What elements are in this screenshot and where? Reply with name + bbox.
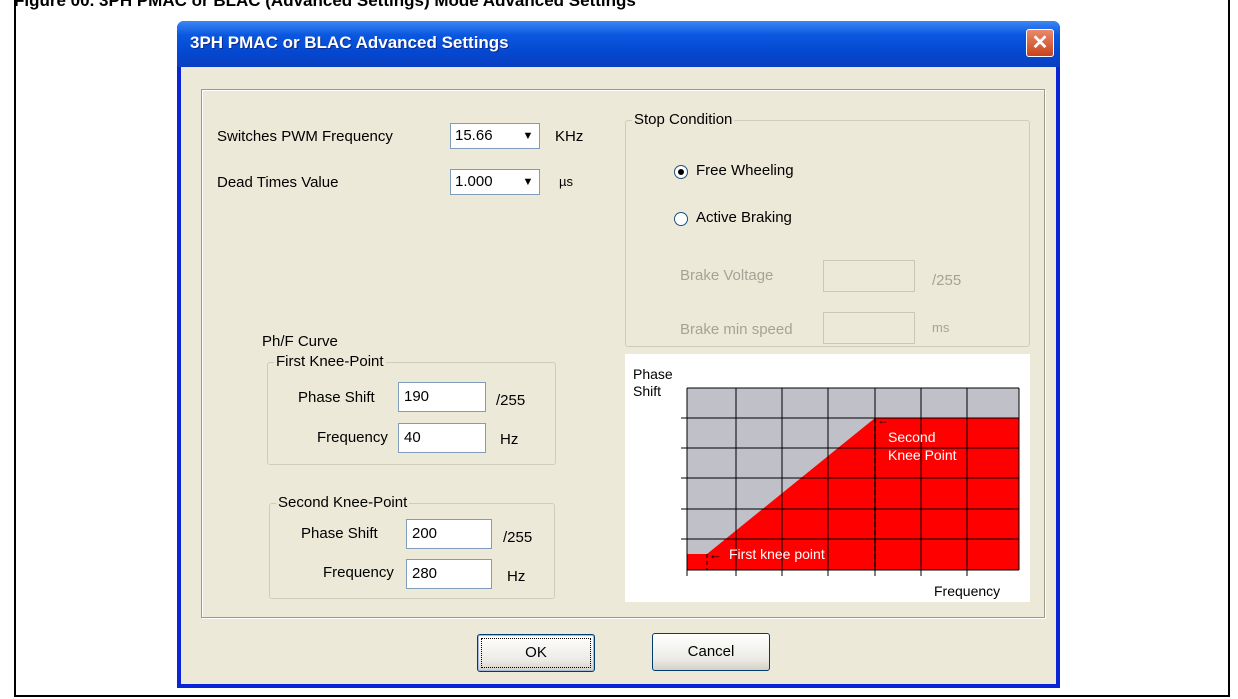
first-knee-group: First Knee-Point Phase Shift 190 /255 Fr… (267, 353, 556, 465)
second-phase-shift-input[interactable]: 200 (406, 519, 492, 549)
settings-panel: Switches PWM Frequency 15.66 ▼ KHz Dead … (201, 89, 1045, 618)
second-phase-shift-label: Phase Shift (301, 525, 378, 542)
first-frequency-unit: Hz (500, 431, 519, 448)
close-icon: ✕ (1031, 32, 1049, 54)
stop-condition-group: Stop Condition Free Wheeling Active Brak… (625, 111, 1030, 347)
curve-diagram: ← ← (681, 387, 1020, 576)
brake-min-speed-input[interactable] (823, 312, 915, 344)
focus-rect (481, 638, 591, 668)
chevron-down-icon[interactable]: ▼ (518, 125, 538, 147)
second-knee-arrow-icon: ← (877, 413, 889, 427)
title-bar[interactable]: 3PH PMAC or BLAC Advanced Settings ✕ (177, 21, 1060, 67)
radio-selected-dot (678, 169, 684, 175)
first-frequency-label: Frequency (317, 429, 388, 446)
first-phase-shift-input[interactable]: 190 (398, 382, 486, 412)
dead-time-value: 1.000 (455, 173, 493, 190)
active-braking-label[interactable]: Active Braking (696, 209, 792, 226)
curve-title: Ph/F Curve (262, 333, 338, 350)
second-knee-annotation-2: Knee Point (888, 447, 957, 463)
dead-time-unit: µs (559, 174, 573, 189)
dead-time-select[interactable]: 1.000 ▼ (450, 169, 540, 195)
second-frequency-input[interactable]: 280 (406, 559, 492, 589)
ok-button[interactable]: OK (477, 634, 595, 672)
free-wheeling-label[interactable]: Free Wheeling (696, 162, 794, 179)
brake-voltage-label: Brake Voltage (680, 267, 774, 284)
first-phase-shift-unit: /255 (496, 392, 526, 409)
pwm-frequency-label: Switches PWM Frequency (217, 128, 393, 145)
dialog-title: 3PH PMAC or BLAC Advanced Settings (190, 33, 509, 52)
brake-min-speed-unit: ms (932, 320, 950, 335)
second-frequency-unit: Hz (507, 568, 526, 585)
dialog-client-area: Switches PWM Frequency 15.66 ▼ KHz Dead … (181, 67, 1056, 684)
first-knee-annotation: First knee point (729, 546, 825, 562)
second-phase-shift-unit: /255 (503, 529, 533, 546)
phase-frequency-graph: ← ← Phase Shift Frequency Second Knee Po… (625, 354, 1030, 602)
cancel-button[interactable]: Cancel (652, 633, 770, 671)
chevron-down-icon[interactable]: ▼ (518, 171, 538, 193)
close-button[interactable]: ✕ (1026, 29, 1054, 57)
second-knee-group: Second Knee-Point Phase Shift 200 /255 F… (269, 494, 555, 599)
brake-voltage-input[interactable] (823, 260, 915, 292)
dead-time-label: Dead Times Value (217, 174, 339, 191)
brake-min-speed-label: Brake min speed (680, 321, 793, 338)
graph-y-label-2: Shift (633, 383, 662, 399)
second-knee-title: Second Knee-Point (276, 494, 410, 511)
graph-x-label: Frequency (934, 583, 1001, 599)
stop-condition-title: Stop Condition (632, 111, 735, 128)
brake-voltage-unit: /255 (932, 272, 962, 289)
cancel-button-label: Cancel (687, 643, 735, 660)
advanced-settings-dialog: 3PH PMAC or BLAC Advanced Settings ✕ Swi… (177, 21, 1060, 688)
second-frequency-label: Frequency (323, 564, 394, 581)
free-wheeling-radio[interactable] (674, 165, 688, 179)
first-knee-arrow-icon: ← (709, 547, 722, 562)
pwm-frequency-select[interactable]: 15.66 ▼ (450, 123, 540, 149)
first-knee-title: First Knee-Point (274, 353, 386, 370)
first-frequency-input[interactable]: 40 (398, 423, 486, 453)
graph-y-label-1: Phase (633, 366, 673, 382)
document-caption: Figure 00. 3PH PMAC or BLAC (Advanced Se… (14, 0, 636, 10)
pwm-frequency-unit: KHz (555, 128, 584, 145)
first-phase-shift-label: Phase Shift (298, 389, 375, 406)
active-braking-radio[interactable] (674, 212, 688, 226)
pwm-frequency-value: 15.66 (455, 127, 493, 144)
second-knee-annotation-1: Second (888, 429, 936, 445)
